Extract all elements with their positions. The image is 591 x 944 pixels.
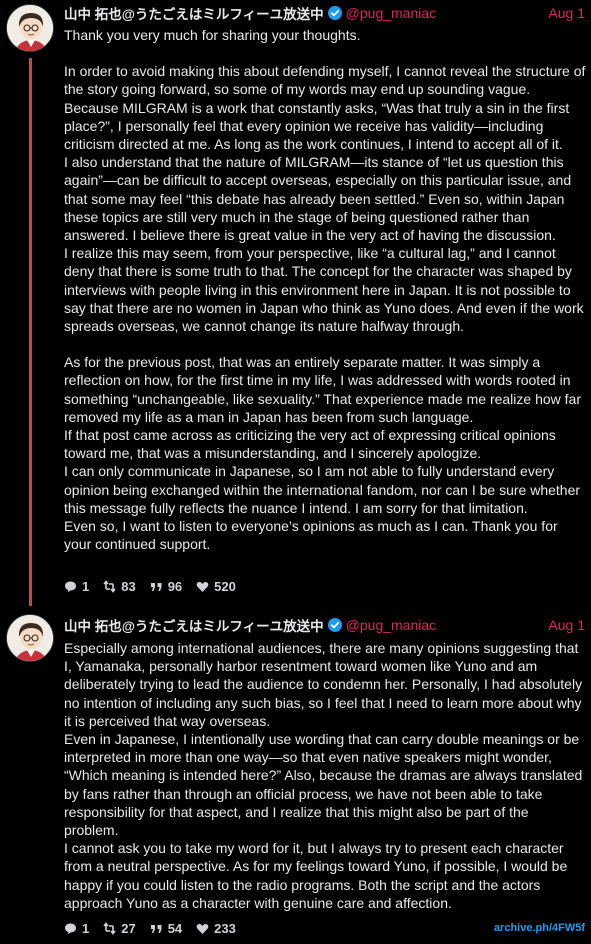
post-paragraph: I can only communicate in Japanese, so I… (64, 463, 581, 516)
post-stats: 1 83 96 520 (64, 579, 236, 594)
like-icon (196, 923, 209, 934)
reply-icon (65, 923, 76, 934)
post-paragraph: Even so, I want to listen to everyone’s … (64, 518, 558, 553)
reply-icon (65, 581, 76, 592)
post-header: 山中 拓也@うたごえはミルフィーユ放送中 @pug_maniac Aug 1 (64, 4, 585, 22)
post-body: Especially among international audiences… (64, 639, 586, 912)
reply-stat[interactable]: 1 (64, 579, 89, 594)
repost-stat[interactable]: 83 (103, 579, 136, 594)
author-name[interactable]: 山中 拓也@うたごえはミルフィーユ放送中 (64, 615, 324, 635)
quote-stat[interactable]: 96 (150, 579, 182, 594)
repost-count: 83 (121, 579, 136, 594)
post-paragraph: I cannot ask you to take my word for it,… (64, 840, 568, 911)
post-body: Thank you very much for sharing your tho… (64, 26, 586, 553)
reply-count: 1 (82, 579, 90, 594)
post-date[interactable]: Aug 1 (548, 5, 585, 21)
post-paragraph: In order to avoid making this about defe… (64, 63, 586, 98)
post-date[interactable]: Aug 1 (548, 617, 585, 633)
quote-count: 54 (167, 921, 183, 936)
post: 山中 拓也@うたごえはミルフィーユ放送中 @pug_maniac Aug 1 T… (0, 0, 591, 606)
author-name[interactable]: 山中 拓也@うたごえはミルフィーユ放送中 (64, 3, 324, 23)
post-paragraph: Even in Japanese, I intentionally use wo… (64, 731, 583, 839)
quote-icon (150, 583, 162, 591)
like-stat[interactable]: 520 (196, 579, 236, 594)
repost-stat[interactable]: 27 (103, 921, 136, 936)
author-handle[interactable]: @pug_maniac (346, 5, 437, 21)
post-paragraph: I realize this may seem, from your persp… (64, 245, 584, 335)
post-paragraph: As for the previous post, that was an en… (64, 354, 581, 425)
thread-line (29, 58, 32, 606)
avatar-illustration (7, 615, 53, 661)
post: 山中 拓也@うたごえはミルフィーユ放送中 @pug_maniac Aug 1 E… (0, 604, 591, 944)
avatar-illustration (7, 5, 53, 51)
post-paragraph: If that post came across as criticizing … (64, 427, 556, 462)
like-count: 233 (214, 921, 236, 936)
repost-icon (103, 580, 116, 593)
verified-badge-icon (327, 618, 342, 632)
reply-stat[interactable]: 1 (64, 921, 89, 936)
post-paragraph: I also understand that the nature of MIL… (64, 154, 572, 244)
post-stats: 1 27 54 233 (64, 921, 236, 936)
like-count: 520 (214, 579, 236, 594)
reply-count: 1 (82, 921, 90, 936)
post-paragraph: Especially among international audiences… (64, 640, 583, 729)
post-paragraph: Because MILGRAM is a work that constantl… (64, 99, 570, 153)
like-icon (196, 581, 209, 592)
avatar[interactable] (6, 4, 54, 52)
like-stat[interactable]: 233 (196, 921, 236, 936)
archive-link[interactable]: archive.ph/4FW5f (494, 922, 585, 934)
post-paragraph: Thank you very much for sharing your tho… (64, 27, 361, 43)
post-header: 山中 拓也@うたごえはミルフィーユ放送中 @pug_maniac Aug 1 (64, 616, 585, 634)
verified-badge-icon (327, 6, 342, 20)
quote-stat[interactable]: 54 (150, 921, 182, 936)
author-handle[interactable]: @pug_maniac (346, 617, 437, 633)
repost-icon (103, 922, 116, 935)
repost-count: 27 (121, 921, 136, 936)
quote-icon (150, 925, 162, 933)
avatar[interactable] (6, 614, 54, 662)
quote-count: 96 (167, 579, 183, 594)
